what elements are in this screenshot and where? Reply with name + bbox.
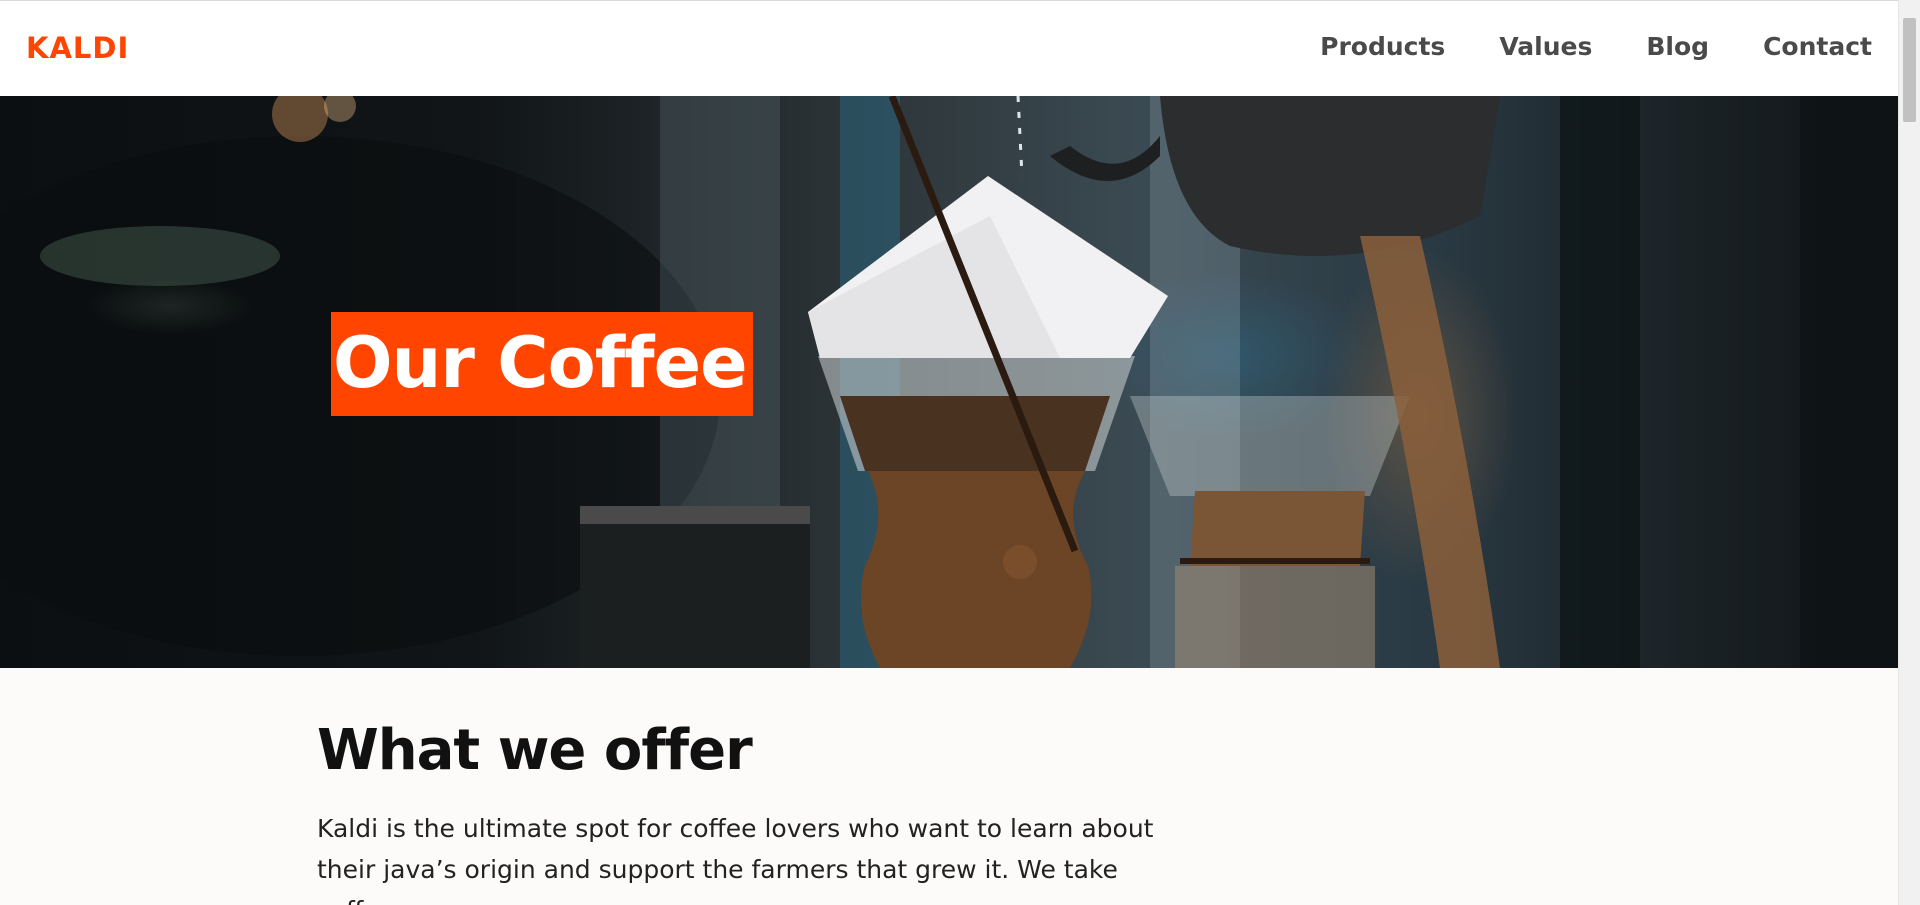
nav-link-values[interactable]: Values — [1499, 32, 1592, 61]
nav-link-blog[interactable]: Blog — [1646, 32, 1709, 61]
hero-coffee-image — [0, 96, 1898, 668]
nav-link-products[interactable]: Products — [1320, 32, 1445, 61]
hero-title-badge: Our Coffee — [331, 312, 753, 416]
offer-section: What we offer Kaldi is the ultimate spot… — [317, 720, 1217, 905]
hero-title: Our Coffee — [333, 322, 748, 404]
main-nav: Products Values Blog Contact — [1320, 32, 1872, 61]
vertical-scrollbar[interactable] — [1898, 0, 1920, 905]
top-navbar: KALDI Products Values Blog Contact — [0, 0, 1898, 96]
section-body-text: Kaldi is the ultimate spot for coffee lo… — [317, 813, 1154, 905]
hero-banner: Our Coffee — [0, 96, 1898, 668]
page: KALDI Products Values Blog Contact Our C… — [0, 0, 1920, 905]
section-heading: What we offer — [317, 718, 753, 783]
brand-logo[interactable]: KALDI — [26, 31, 129, 65]
nav-link-contact[interactable]: Contact — [1763, 32, 1872, 61]
scrollbar-thumb[interactable] — [1903, 18, 1916, 122]
